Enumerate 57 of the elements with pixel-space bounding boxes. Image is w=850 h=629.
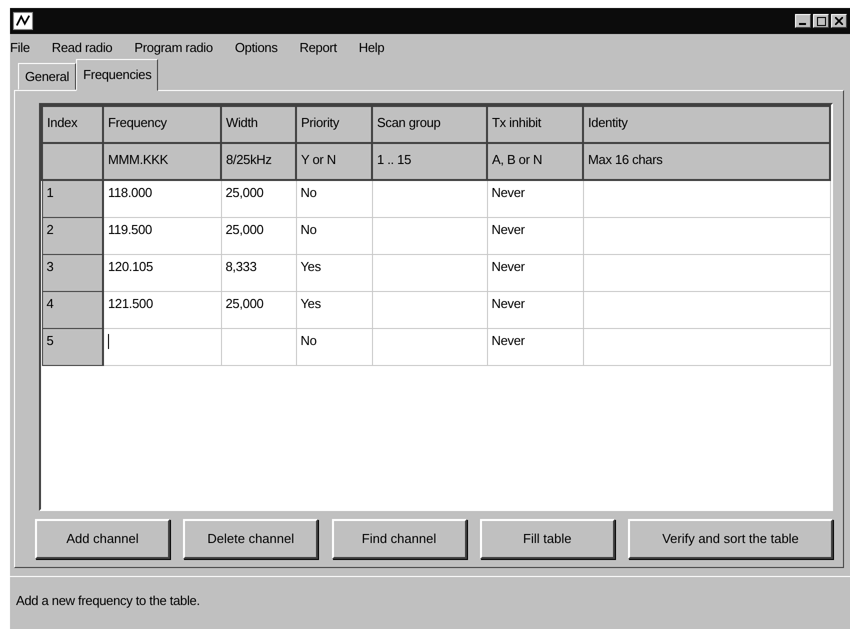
table-cell: Never [487, 328, 583, 365]
table-cell: Yes [296, 291, 372, 328]
text-cursor [108, 334, 109, 349]
status-bar-text: Add a new frequency to the table. [10, 576, 850, 624]
table-cell: 25,000 [221, 180, 296, 217]
table-cell: Yes [296, 254, 372, 291]
app-icon [13, 12, 33, 30]
table-cell: Never [487, 180, 583, 217]
menu-item[interactable]: Help [358, 38, 384, 60]
table-cell: 120.105 [103, 254, 221, 291]
menu-item[interactable]: Read radio [52, 38, 112, 60]
menu-item[interactable]: Options [234, 38, 278, 60]
table-cell: 25,000 [221, 291, 296, 328]
table-cell: Never [487, 254, 583, 291]
table-cell: 119.500 [103, 217, 221, 254]
maximize-button[interactable] [813, 14, 829, 28]
column-header: Priority [296, 106, 372, 143]
tab[interactable]: General [18, 62, 76, 90]
row-index: 1 [42, 180, 103, 217]
close-icon [835, 17, 843, 25]
menu-item[interactable]: File [10, 38, 30, 60]
toolbar-button[interactable]: Find channel [332, 519, 466, 559]
toolbar-button[interactable]: Fill table [480, 519, 615, 559]
table-cell: 118.000 [103, 180, 221, 217]
row-index: 2 [42, 217, 103, 254]
format-hint: A, B or N [487, 143, 583, 180]
table-cell: 25,000 [221, 217, 296, 254]
toolbar-button[interactable]: Delete channel [183, 519, 318, 559]
table-cell: No [296, 328, 372, 365]
format-hint: Max 16 chars [583, 143, 830, 180]
format-hint: 8/25kHz [221, 143, 296, 180]
column-header: Index [42, 106, 103, 143]
table-cell: 8,333 [221, 254, 296, 291]
column-header: Frequency [103, 106, 221, 143]
table-cell: Never [487, 291, 583, 328]
column-header: Width [221, 106, 296, 143]
column-header: Identity [583, 106, 830, 143]
column-header: Scan group [372, 106, 487, 143]
menu-item[interactable]: Program radio [134, 38, 213, 60]
tab[interactable]: Frequencies [76, 58, 158, 91]
format-hint: 1 .. 15 [372, 143, 487, 180]
maximize-icon [816, 16, 826, 26]
close-button[interactable] [831, 14, 847, 28]
menu-item[interactable]: Report [300, 38, 337, 60]
toolbar-button[interactable]: Verify and sort the table [628, 519, 833, 559]
table-cell: 121.500 [103, 291, 221, 328]
format-hint: Y or N [296, 143, 372, 180]
row-index: 3 [42, 254, 103, 291]
toolbar-button[interactable]: Add channel [35, 519, 170, 559]
table-cell: Never [487, 217, 583, 254]
row-index: 5 [42, 328, 103, 365]
table-cell: No [296, 180, 372, 217]
format-hint: MMM.KKK [103, 143, 221, 180]
minimize-button[interactable] [795, 14, 811, 28]
column-header: Tx inhibit [487, 106, 583, 143]
row-index: 4 [42, 291, 103, 328]
table-cell: No [296, 217, 372, 254]
